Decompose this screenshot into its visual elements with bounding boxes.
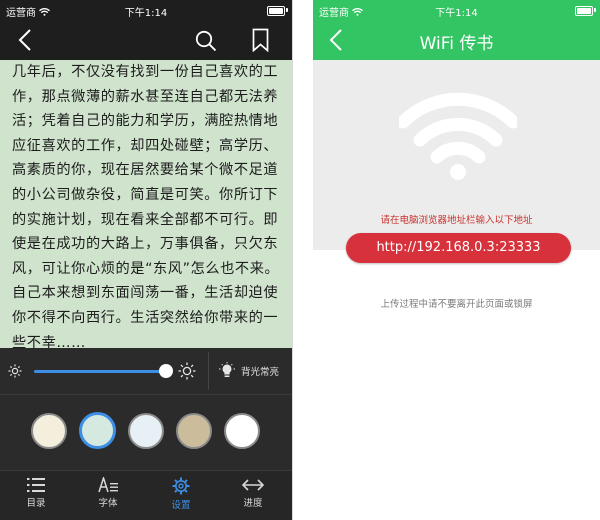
wifi-large-icon [399,92,517,180]
tab-progress[interactable]: 进度 [228,477,278,509]
status-bar: 运营商 下午1:14 [313,0,600,20]
back-chevron-icon [18,29,31,51]
brightness-high-icon [178,362,196,380]
battery-tip [594,8,596,12]
tab-label: 字体 [98,498,118,509]
gear-icon [172,477,190,495]
panel-divider [208,352,209,390]
reading-content: 几年后，不仅没有找到一份自己喜欢的工作，那点微薄的薪水甚至连自己都无法养活；凭着… [12,60,284,348]
search-icon [195,30,217,52]
theme-swatch-tan[interactable] [176,413,212,449]
tab-font[interactable]: 字体 [83,477,133,509]
progress-arrows-icon [242,479,264,491]
back-button[interactable] [12,27,38,53]
theme-panel [0,395,292,470]
brightness-panel: 背光常亮 [0,348,292,395]
book-paragraph: 几年后，不仅没有找到一份自己喜欢的工作，那点微薄的薪水甚至连自己都无法养活；凭着… [12,64,280,348]
lightbulb-icon[interactable] [219,362,235,380]
brightness-low-icon [8,364,22,378]
wifi-transfer-screen: 运营商 下午1:14 WiFi 传书 请在电脑浏览器地址栏输入以下地址 http… [313,0,600,520]
wifi-info-area: 请在电脑浏览器地址栏输入以下地址 http://192.168.0.3:2333… [313,60,600,263]
status-time: 下午1:14 [435,8,478,19]
theme-swatch-pale-blue[interactable] [128,413,164,449]
brightness-slider-thumb[interactable] [159,364,173,378]
server-url[interactable]: http://192.168.0.3:23333 [346,233,571,263]
bookmark-button[interactable] [246,26,274,54]
search-button[interactable] [192,27,220,55]
reader-toolbar [0,20,292,60]
bottom-tab-bar: 目录 字体 设置 进度 [0,470,292,520]
reader-screen: 运营商 下午1:14 几年后，不仅没有找到一份自己喜欢的工作，那点微薄的薪水甚至… [0,0,293,520]
status-bar: 运营商 下午1:14 [0,0,292,20]
page-title: WiFi 传书 [419,34,494,54]
font-icon [98,477,118,493]
backlight-toggle-label[interactable]: 背光常亮 [241,364,279,378]
list-icon [27,478,45,492]
upload-warning: 上传过程中请不要离开此页面或锁屏 [380,299,533,310]
address-hint: 请在电脑浏览器地址栏输入以下地址 [380,215,533,226]
tab-settings[interactable]: 设置 [156,477,206,511]
theme-swatch-mint[interactable] [79,412,116,449]
wifi-navbar: WiFi 传书 [313,20,600,60]
tab-label: 进度 [243,498,263,509]
battery-tip [286,8,288,12]
battery-icon [575,6,593,16]
tab-label: 设置 [171,500,191,511]
theme-swatch-cream[interactable] [31,413,67,449]
battery-icon [267,6,285,16]
tab-catalog[interactable]: 目录 [11,477,61,509]
tab-label: 目录 [26,498,46,509]
status-time: 下午1:14 [124,8,168,19]
theme-swatch-white[interactable] [224,413,260,449]
brightness-slider-track[interactable] [34,370,166,373]
bookmark-icon [252,28,268,52]
